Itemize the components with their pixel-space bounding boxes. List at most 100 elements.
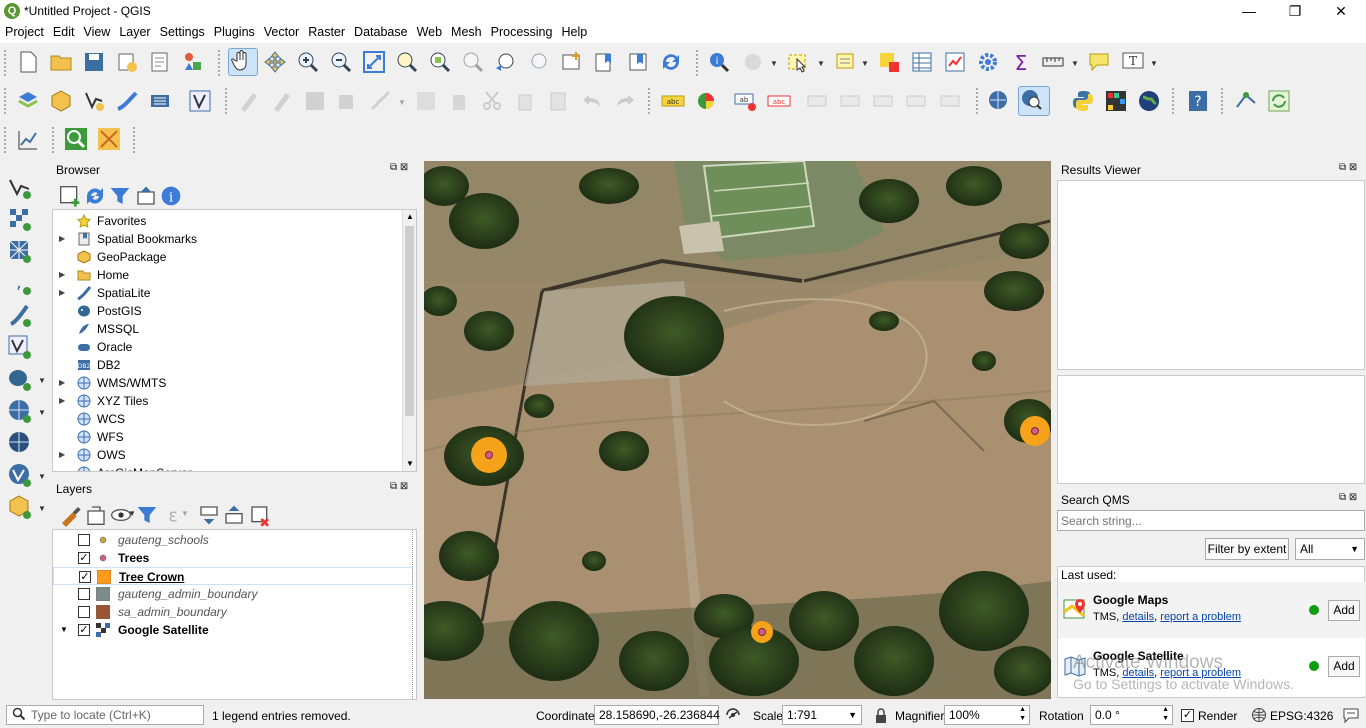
measure-line-icon[interactable] [1041,50,1065,74]
show-hide-labels-icon[interactable]: abc [767,89,791,113]
save-edits-icon[interactable] [303,89,327,113]
dropdown-arrow-icon[interactable]: ▼ [398,98,406,107]
attribute-table-icon[interactable] [910,50,934,74]
browser-item-arcgismapserver[interactable]: ArcGisMapServer [53,464,403,471]
delete-selected-icon[interactable] [447,89,471,113]
toolbar-grip[interactable] [696,50,700,76]
coordinate-field[interactable]: 28.158690,-26.236844 [594,705,720,725]
tree-point[interactable] [1031,427,1039,435]
menu-database[interactable]: Database [349,23,412,43]
new-virtual-layer-icon[interactable] [188,89,212,113]
new-shapefile-layer-icon[interactable] [82,89,106,113]
toolbar-grip[interactable] [133,127,137,153]
float-panel-icon[interactable]: ⧉ [390,162,397,173]
copy-features-icon[interactable] [513,89,537,113]
style-manager-icon[interactable] [181,50,205,74]
layer-visibility-checkbox[interactable] [78,606,90,618]
select-by-value-icon[interactable] [834,50,858,74]
show-bookmarks-icon[interactable] [626,50,650,74]
new-geopackage-icon[interactable] [7,494,33,520]
report-problem-link[interactable]: report a problem [1160,667,1241,679]
add-spatialite-layer-icon[interactable] [7,302,33,328]
layer-item-sa-admin-boundary[interactable]: sa_admin_boundary [53,603,413,621]
expand-arrow-icon[interactable]: ▶ [59,374,67,392]
paste-features-icon[interactable] [546,89,570,113]
menu-project[interactable]: Project [0,23,48,43]
scroll-down-icon[interactable]: ▼ [406,459,414,468]
spinbox-arrows-icon[interactable]: ▲ ▼ [1162,705,1169,723]
filter-select[interactable]: All ▼ [1295,538,1365,560]
add-delimited-text-icon[interactable]: , [7,270,33,296]
toolbar-grip[interactable] [218,50,222,76]
data-source-manager-icon[interactable] [16,89,40,113]
toolbar-grip[interactable] [4,50,8,76]
layer-labeling-options-icon[interactable]: abc [661,89,685,113]
zoom-in-icon[interactable] [296,50,320,74]
browser-item-db2[interactable]: DB2 DB2 [53,356,403,374]
dropdown-arrow-icon[interactable]: ▼ [1071,59,1079,68]
move-label-icon[interactable] [807,89,831,113]
add-raster-layer-icon[interactable] [7,206,33,232]
menu-vector[interactable]: Vector [259,23,303,43]
expand-all-icon[interactable] [197,503,218,525]
pan-map-icon[interactable] [228,48,258,76]
restore-button[interactable]: ❐ [1272,0,1318,23]
vertex-tool-icon[interactable] [369,89,393,113]
menu-help[interactable]: Help [556,23,591,43]
layer-item-trees[interactable]: ✓ Trees [53,549,413,567]
expand-arrow-icon[interactable]: ▶ [59,230,67,248]
report-problem-link[interactable]: report a problem [1160,611,1241,623]
refresh-icon[interactable] [659,50,683,74]
layout-manager-icon[interactable] [148,50,172,74]
menu-processing[interactable]: Processing [486,23,557,43]
dropdown-arrow-icon[interactable]: ▼ [770,59,778,68]
map-canvas[interactable] [424,161,1051,699]
layer-item-google-satellite[interactable]: ▼ ✓ Google Satellite [53,621,413,639]
dropdown-arrow-icon[interactable]: ▼ [38,376,46,385]
filter-by-extent-button[interactable]: Filter by extent [1205,538,1289,560]
pin-labels-icon[interactable]: ab [734,89,758,113]
collapse-all-icon[interactable] [134,184,155,205]
pan-to-selection-icon[interactable] [263,50,287,74]
tree-point[interactable] [758,628,766,636]
grid-plugin-icon[interactable] [1104,89,1128,113]
browser-item-geopackage[interactable]: GeoPackage [53,248,403,266]
qms-search-input[interactable] [1057,510,1365,531]
locator-search-input[interactable]: Type to locate (Ctrl+K) [6,705,204,725]
refresh-browser-icon[interactable] [83,184,103,204]
browser-scrollbar[interactable]: ▲ ▼ [402,210,416,471]
dropdown-arrow-icon[interactable]: ▼ [38,472,46,481]
browser-item-oracle[interactable]: Oracle [53,338,403,356]
new-spatialite-layer-icon[interactable] [115,89,139,113]
current-edits-icon[interactable] [237,89,261,113]
crs-globe-icon[interactable] [1251,707,1267,723]
field-calculator-icon[interactable] [943,50,967,74]
remove-layer-icon[interactable] [248,503,269,527]
toolbar-grip[interactable] [976,88,980,114]
collapse-arrow-icon[interactable]: ▼ [60,621,68,639]
menu-plugins[interactable]: Plugins [209,23,259,43]
open-project-icon[interactable] [49,50,73,74]
add-wms-layer-icon[interactable] [7,398,33,424]
browser-item-favorites[interactable]: Favorites [53,212,403,230]
toolbar-grip[interactable] [648,88,652,114]
layer-item-gauteng-admin-boundary[interactable]: gauteng_admin_boundary [53,585,413,603]
rotation-spinbox[interactable]: 0.0 ° ▲ ▼ [1090,705,1173,725]
filter-by-expression-icon[interactable]: ε [161,503,179,527]
save-project-icon[interactable] [82,50,106,74]
measure-plugin-icon[interactable] [97,127,123,153]
run-action-icon[interactable] [741,50,765,74]
unpin-labels-icon[interactable] [940,89,964,113]
layer-styling-icon[interactable] [58,503,81,527]
details-link[interactable]: details [1122,667,1154,679]
filter-legend-icon[interactable] [135,503,157,523]
statistical-summary-icon[interactable]: Σ [1009,50,1033,74]
identify-features-icon[interactable]: i [707,50,731,74]
processing-toolbox-icon[interactable] [976,50,1000,74]
zoom-native-icon[interactable] [461,50,485,74]
rotate-label-icon[interactable] [840,89,864,113]
new-project-icon[interactable] [16,50,40,74]
layer-visibility-checkbox[interactable] [78,588,90,600]
menu-web[interactable]: Web [412,23,446,43]
cut-features-icon[interactable] [480,89,504,113]
